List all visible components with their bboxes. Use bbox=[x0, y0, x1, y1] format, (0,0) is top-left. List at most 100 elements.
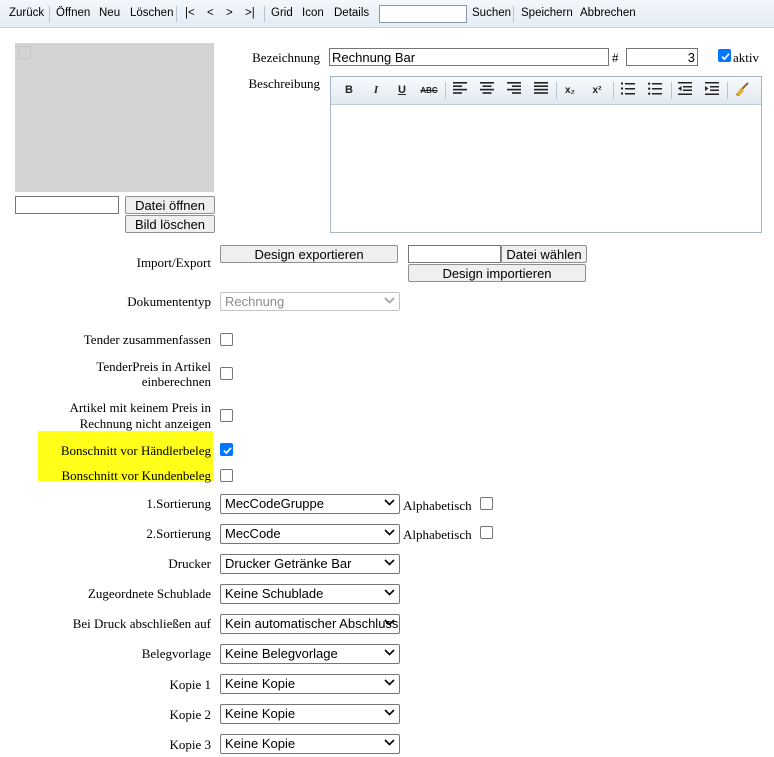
import-file-input[interactable] bbox=[408, 245, 501, 263]
template-label: Belegvorlage bbox=[141, 646, 211, 661]
cut-before-customer-label: Bonschnitt vor Kundenbeleg bbox=[61, 468, 211, 483]
align-right-icon[interactable] bbox=[505, 82, 523, 99]
name-field[interactable] bbox=[329, 48, 609, 66]
tender-price-label-line2: einberechnen bbox=[141, 374, 211, 389]
cut-before-dealer-checkbox[interactable] bbox=[220, 443, 233, 456]
sort1-select[interactable]: MecCodeGruppe bbox=[220, 494, 400, 514]
copy3-select[interactable]: Keine Kopie bbox=[220, 734, 400, 754]
drawer-value: Keine Schublade bbox=[225, 586, 324, 601]
sort1-value: MecCodeGruppe bbox=[225, 496, 324, 511]
printer-select[interactable]: Drucker Getränke Bar bbox=[220, 554, 400, 574]
sort2-select[interactable]: MecCode bbox=[220, 524, 400, 544]
copy2-label: Kopie 2 bbox=[169, 707, 211, 722]
editor-toolbar: B I U ABC x₂ x² bbox=[331, 77, 761, 105]
icon-view-button[interactable]: Icon bbox=[302, 7, 324, 19]
image-placeholder-icon bbox=[18, 46, 31, 59]
underline-button[interactable]: U bbox=[393, 82, 411, 99]
sort2-label: 2.Sortierung bbox=[146, 526, 211, 541]
close-on-print-label: Bei Druck abschließen auf bbox=[72, 616, 211, 631]
image-file-input[interactable] bbox=[15, 196, 119, 214]
copy1-value: Keine Kopie bbox=[225, 676, 296, 691]
copy1-select[interactable]: Keine Kopie bbox=[220, 674, 400, 694]
italic-button[interactable]: I bbox=[367, 82, 385, 99]
outdent-icon[interactable] bbox=[676, 82, 694, 99]
editor-separator bbox=[556, 82, 557, 99]
delete-image-button[interactable]: Bild löschen bbox=[125, 215, 215, 233]
number-field[interactable] bbox=[626, 48, 698, 66]
cancel-button[interactable]: Abbrechen bbox=[580, 7, 636, 19]
unordered-list-icon[interactable] bbox=[646, 82, 664, 99]
import-design-button[interactable]: Design importieren bbox=[408, 264, 586, 282]
hide-no-price-checkbox[interactable] bbox=[220, 409, 233, 422]
description-editor[interactable]: B I U ABC x₂ x² bbox=[330, 76, 762, 233]
sort1-label: 1.Sortierung bbox=[146, 496, 211, 511]
details-view-button[interactable]: Details bbox=[334, 7, 369, 19]
choose-file-button[interactable]: Datei wählen bbox=[501, 245, 587, 263]
tender-price-label-line1: TenderPreis in Artikel bbox=[96, 359, 211, 374]
sort2-alpha-checkbox[interactable] bbox=[480, 526, 493, 539]
delete-button[interactable]: Löschen bbox=[130, 7, 173, 19]
description-label: Beschreibung bbox=[248, 76, 320, 91]
align-justify-icon[interactable] bbox=[532, 82, 550, 99]
bold-button[interactable]: B bbox=[340, 82, 358, 99]
subscript-button[interactable]: x₂ bbox=[561, 82, 579, 99]
next-record-button[interactable]: > bbox=[226, 7, 233, 19]
new-button[interactable]: Neu bbox=[99, 7, 120, 19]
toolbar-separator bbox=[264, 6, 265, 22]
doctype-label: Dokumententyp bbox=[127, 294, 211, 309]
printer-value: Drucker Getränke Bar bbox=[225, 556, 352, 571]
back-button[interactable]: Zurück bbox=[9, 7, 44, 19]
copy2-select[interactable]: Keine Kopie bbox=[220, 704, 400, 724]
toolbar: Zurück Öffnen Neu Löschen |< < > >| Grid… bbox=[0, 0, 774, 28]
align-center-icon[interactable] bbox=[478, 82, 496, 99]
open-button[interactable]: Öffnen bbox=[56, 7, 90, 19]
sort2-value: MecCode bbox=[225, 526, 281, 541]
active-checkbox[interactable] bbox=[718, 49, 731, 62]
editor-separator bbox=[445, 82, 446, 99]
export-design-button[interactable]: Design exportieren bbox=[220, 245, 398, 263]
drawer-select[interactable]: Keine Schublade bbox=[220, 584, 400, 604]
template-select[interactable]: Keine Belegvorlage bbox=[220, 644, 400, 664]
toolbar-separator bbox=[49, 6, 50, 22]
strikethrough-button[interactable]: ABC bbox=[420, 82, 438, 99]
tender-merge-label: Tender zusammenfassen bbox=[83, 332, 211, 347]
search-input[interactable] bbox=[379, 5, 467, 23]
import-export-label: Import/Export bbox=[136, 255, 211, 270]
printer-label: Drucker bbox=[168, 556, 211, 571]
close-on-print-select[interactable]: Kein automatischer Abschluss bbox=[220, 614, 400, 634]
save-button[interactable]: Speichern bbox=[521, 7, 573, 19]
tender-merge-checkbox[interactable] bbox=[220, 333, 233, 346]
open-file-button[interactable]: Datei öffnen bbox=[125, 196, 215, 214]
previous-record-button[interactable]: < bbox=[207, 7, 214, 19]
ordered-list-icon[interactable] bbox=[619, 82, 637, 99]
clear-format-icon[interactable] bbox=[733, 82, 751, 99]
doctype-value: Rechnung bbox=[225, 294, 285, 309]
tender-price-checkbox[interactable] bbox=[220, 367, 233, 380]
editor-separator bbox=[727, 82, 728, 99]
first-record-button[interactable]: |< bbox=[185, 7, 195, 19]
indent-icon[interactable] bbox=[703, 82, 721, 99]
image-preview bbox=[15, 43, 214, 192]
cut-before-dealer-label: Bonschnitt vor Händlerbeleg bbox=[60, 443, 211, 458]
close-on-print-value: Kein automatischer Abschluss bbox=[225, 616, 399, 631]
toolbar-separator bbox=[176, 6, 177, 22]
sort1-alpha-label: Alphabetisch bbox=[403, 498, 472, 513]
template-value: Keine Belegvorlage bbox=[225, 646, 338, 661]
align-left-icon[interactable] bbox=[451, 82, 469, 99]
sort2-alpha-label: Alphabetisch bbox=[403, 527, 472, 542]
last-record-button[interactable]: >| bbox=[245, 7, 255, 19]
search-button[interactable]: Suchen bbox=[472, 7, 511, 19]
active-label: aktiv bbox=[733, 50, 759, 65]
sort1-alpha-checkbox[interactable] bbox=[480, 497, 493, 510]
toolbar-separator bbox=[513, 6, 514, 22]
hide-no-price-label-line1: Artikel mit keinem Preis in bbox=[69, 400, 211, 415]
editor-separator bbox=[613, 82, 614, 99]
copy3-value: Keine Kopie bbox=[225, 736, 296, 751]
cut-before-customer-checkbox[interactable] bbox=[220, 469, 233, 482]
grid-view-button[interactable]: Grid bbox=[271, 7, 293, 19]
doctype-select[interactable]: Rechnung bbox=[220, 292, 400, 311]
superscript-button[interactable]: x² bbox=[588, 82, 606, 99]
copy2-value: Keine Kopie bbox=[225, 706, 296, 721]
hide-no-price-label-line2: Rechnung nicht anzeigen bbox=[79, 416, 211, 431]
name-label: Bezeichnung bbox=[252, 50, 320, 65]
